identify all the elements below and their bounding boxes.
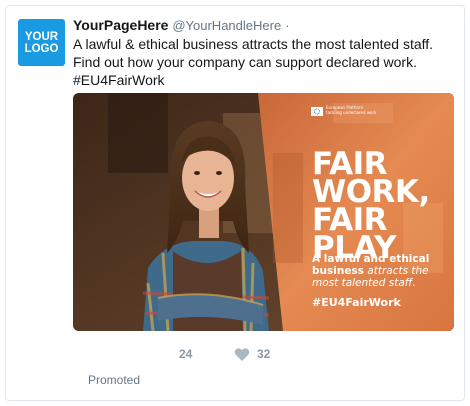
image-hashtag: #EU4FairWork — [312, 296, 401, 309]
account-logo[interactable]: YOUR LOGO — [18, 19, 65, 66]
separator-dot: · — [285, 18, 290, 33]
tweet-text: A lawful & ethical business attracts the… — [73, 36, 434, 88]
tweet-actions: 24 32 — [179, 346, 329, 366]
tweet-header: YourPageHere @YourHandleHere · — [73, 16, 458, 35]
heart-icon[interactable] — [234, 347, 250, 362]
platform-label: European Platform tackling undeclared wo… — [326, 105, 377, 115]
eu-flag-icon — [311, 107, 323, 116]
promoted-label: Promoted — [88, 373, 141, 387]
handle[interactable]: @YourHandleHere — [172, 18, 281, 33]
page-name[interactable]: YourPageHere — [73, 17, 168, 33]
tweet-card[interactable]: YOUR LOGO YourPageHere @YourHandleHere ·… — [5, 5, 465, 401]
campaign-headline: FAIR WORK, FAIR PLAY — [312, 149, 452, 264]
tweet-image[interactable]: European Platform tackling undeclared wo… — [73, 93, 454, 331]
reply-count[interactable]: 24 — [179, 347, 192, 361]
campaign-subtext: A lawful and ethical business attracts t… — [312, 253, 452, 289]
like-count[interactable]: 32 — [257, 347, 270, 361]
